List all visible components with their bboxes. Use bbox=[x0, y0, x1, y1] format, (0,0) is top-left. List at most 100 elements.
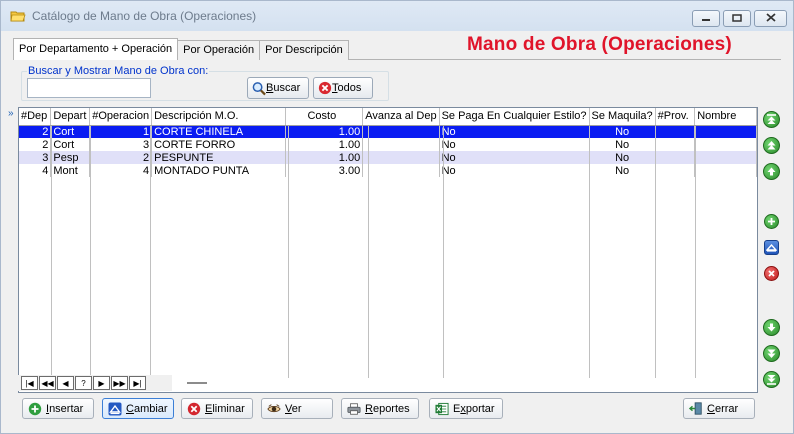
cell-depart[interactable]: Mont bbox=[50, 164, 91, 177]
cell-prov[interactable] bbox=[655, 164, 696, 177]
buscar-label: Buscar bbox=[266, 82, 301, 94]
cell-avanza[interactable] bbox=[362, 138, 440, 151]
nav-help-button[interactable]: ? bbox=[75, 376, 92, 390]
todos-button[interactable]: Todos bbox=[313, 77, 373, 99]
cell-costo[interactable]: 1.00 bbox=[285, 125, 364, 138]
ver-button[interactable]: Ver bbox=[261, 398, 333, 419]
edit-icon[interactable] bbox=[764, 240, 779, 255]
excel-icon bbox=[435, 402, 449, 416]
col-header-prov[interactable]: #Prov. bbox=[655, 108, 696, 126]
cell-nombre[interactable] bbox=[694, 151, 757, 164]
current-row-indicator: » bbox=[8, 108, 14, 119]
reportes-button[interactable]: Reportes bbox=[341, 398, 419, 419]
cell-depart[interactable]: Cort bbox=[50, 138, 91, 151]
tab-por-descripcion[interactable]: Por Descripción bbox=[259, 40, 349, 60]
cell-descripcion[interactable]: PESPUNTE bbox=[151, 151, 286, 164]
cell-descripcion[interactable]: CORTE FORRO bbox=[151, 138, 286, 151]
col-header-depart[interactable]: Depart bbox=[50, 108, 91, 126]
cell-dep[interactable]: 2 bbox=[19, 125, 52, 138]
cell-descripcion[interactable]: CORTE CHINELA bbox=[151, 125, 286, 138]
cell-prov[interactable] bbox=[655, 138, 696, 151]
nav-next-button[interactable]: ▶ bbox=[93, 376, 110, 390]
tab-por-departamento-operacion[interactable]: Por Departamento + Operación bbox=[13, 38, 179, 60]
col-header-avanza[interactable]: Avanza al Dep bbox=[362, 108, 440, 126]
col-header-paga[interactable]: Se Paga En Cualquier Estilo? bbox=[439, 108, 590, 126]
cell-paga[interactable]: No bbox=[439, 151, 590, 164]
search-input[interactable] bbox=[27, 78, 151, 98]
grid-line bbox=[288, 126, 289, 378]
eye-icon bbox=[267, 402, 281, 416]
minimize-button[interactable] bbox=[692, 10, 720, 27]
cell-nombre[interactable] bbox=[694, 125, 757, 138]
cell-operacion[interactable]: 2 bbox=[89, 151, 153, 164]
cell-costo[interactable]: 1.00 bbox=[285, 151, 364, 164]
nav-next-page-button[interactable]: ▶▶ bbox=[111, 376, 128, 390]
window-title: Catálogo de Mano de Obra (Operaciones) bbox=[32, 9, 257, 23]
col-header-nombre[interactable]: Nombre bbox=[694, 108, 757, 126]
cell-paga[interactable]: No bbox=[439, 125, 590, 138]
buscar-button[interactable]: Buscar bbox=[247, 77, 309, 99]
next-page-icon[interactable] bbox=[763, 345, 780, 362]
grid-header-row: #Dep Depart #Operacion Descripción M.O. … bbox=[19, 108, 757, 126]
data-grid[interactable]: #Dep Depart #Operacion Descripción M.O. … bbox=[18, 107, 758, 393]
cell-avanza[interactable] bbox=[362, 125, 440, 138]
previous-record-icon[interactable] bbox=[763, 163, 780, 180]
nav-prev-page-button[interactable]: ◀◀ bbox=[39, 376, 56, 390]
delete-icon[interactable] bbox=[764, 266, 779, 281]
cell-costo[interactable]: 3.00 bbox=[285, 164, 364, 177]
cell-depart[interactable]: Pesp bbox=[50, 151, 91, 164]
cell-operacion[interactable]: 4 bbox=[89, 164, 153, 177]
insertar-button[interactable]: Insertar bbox=[22, 398, 94, 419]
cerrar-button[interactable]: Cerrar bbox=[683, 398, 755, 419]
nav-first-button[interactable]: |◀ bbox=[21, 376, 38, 390]
cell-depart[interactable]: Cort bbox=[50, 125, 91, 138]
col-header-operacion[interactable]: #Operacion bbox=[89, 108, 153, 126]
cell-prov[interactable] bbox=[655, 151, 696, 164]
table-row[interactable]: 4 Mont 4 MONTADO PUNTA 3.00 No No bbox=[19, 164, 757, 177]
table-row[interactable]: 2 Cort 3 CORTE FORRO 1.00 No No bbox=[19, 138, 757, 151]
table-row[interactable]: 2 Cort 1 CORTE CHINELA 1.00 No No bbox=[19, 125, 757, 138]
cell-dep[interactable]: 4 bbox=[19, 164, 52, 177]
cambiar-button[interactable]: Cambiar bbox=[102, 398, 174, 419]
cell-operacion[interactable]: 3 bbox=[89, 138, 153, 151]
insert-icon[interactable] bbox=[764, 214, 779, 229]
next-record-icon[interactable] bbox=[763, 319, 780, 336]
cell-maquila[interactable]: No bbox=[589, 138, 656, 151]
cell-operacion[interactable]: 1 bbox=[89, 125, 153, 138]
last-record-icon[interactable] bbox=[763, 371, 780, 388]
col-header-maquila[interactable]: Se Maquila? bbox=[589, 108, 656, 126]
cell-dep[interactable]: 2 bbox=[19, 138, 52, 151]
cell-costo[interactable]: 1.00 bbox=[285, 138, 364, 151]
first-record-icon[interactable] bbox=[763, 111, 780, 128]
exit-door-icon bbox=[689, 402, 703, 416]
close-button[interactable] bbox=[754, 10, 787, 27]
eliminar-button[interactable]: Eliminar bbox=[181, 398, 253, 419]
cell-avanza[interactable] bbox=[362, 164, 440, 177]
cell-paga[interactable]: No bbox=[439, 138, 590, 151]
nav-last-button[interactable]: ▶| bbox=[129, 376, 146, 390]
reportes-label: Reportes bbox=[365, 402, 410, 415]
cell-maquila[interactable]: No bbox=[589, 164, 656, 177]
horizontal-scroll-thumb[interactable] bbox=[187, 382, 207, 384]
cell-maquila[interactable]: No bbox=[589, 125, 656, 138]
cell-nombre[interactable] bbox=[694, 164, 757, 177]
col-header-costo[interactable]: Costo bbox=[285, 108, 364, 126]
cell-maquila[interactable]: No bbox=[589, 151, 656, 164]
cell-avanza[interactable] bbox=[362, 151, 440, 164]
cell-prov[interactable] bbox=[655, 125, 696, 138]
exportar-button[interactable]: Exportar bbox=[429, 398, 503, 419]
cell-descripcion[interactable]: MONTADO PUNTA bbox=[151, 164, 286, 177]
table-row[interactable]: 3 Pesp 2 PESPUNTE 1.00 No No bbox=[19, 151, 757, 164]
tab-por-operacion[interactable]: Por Operación bbox=[177, 40, 261, 60]
edit-icon bbox=[108, 402, 122, 416]
cell-dep[interactable]: 3 bbox=[19, 151, 52, 164]
col-header-dep[interactable]: #Dep bbox=[19, 108, 52, 126]
folder-icon bbox=[10, 9, 26, 23]
maximize-button[interactable] bbox=[723, 10, 751, 27]
col-header-descripcion[interactable]: Descripción M.O. bbox=[151, 108, 286, 126]
grid-line bbox=[695, 126, 696, 378]
nav-prev-button[interactable]: ◀ bbox=[57, 376, 74, 390]
cell-paga[interactable]: No bbox=[439, 164, 590, 177]
cell-nombre[interactable] bbox=[694, 138, 757, 151]
previous-page-icon[interactable] bbox=[763, 137, 780, 154]
